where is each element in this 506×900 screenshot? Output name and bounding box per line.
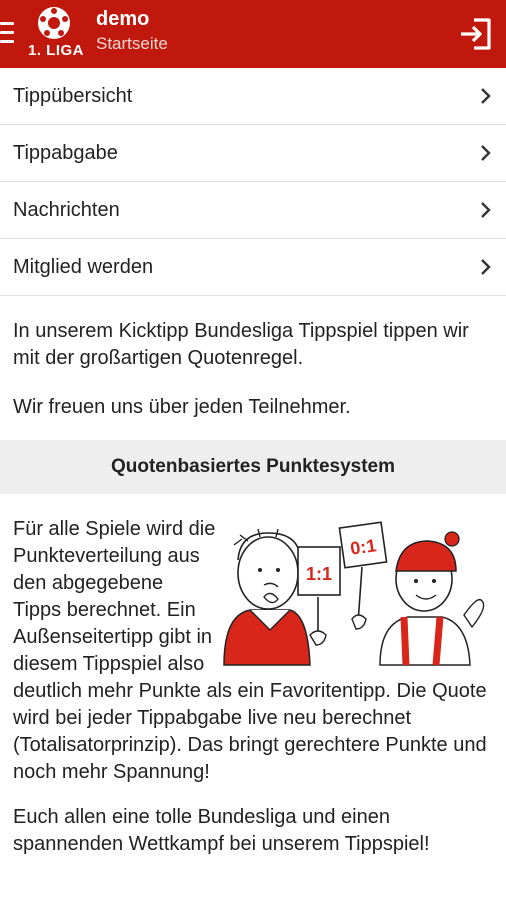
chevron-right-icon <box>481 259 491 275</box>
liga-logo[interactable]: 1. LIGA <box>27 4 85 64</box>
section-paragraph-2: Euch allen eine tolle Bundesliga und ein… <box>13 806 430 855</box>
intro-text: In unserem Kicktipp Bundesliga Tippspiel… <box>13 318 493 421</box>
intro-paragraph-2: Wir freuen uns über jeden Teilnehmer. <box>13 396 351 418</box>
logo-text: 1. LIGA <box>27 42 84 59</box>
main-menu: Tippübersicht Tippabgabe Nachrichten Mit… <box>0 68 506 296</box>
section-body: Für alle Spiele wird die Punkteverteilun… <box>13 516 499 858</box>
page-subtitle: Startseite <box>96 34 168 53</box>
menu-item-label: Tippübersicht <box>13 85 133 107</box>
menu-item-tippuebersicht[interactable]: Tippübersicht <box>0 68 506 125</box>
soccer-ball-icon <box>38 7 70 39</box>
menu-item-label: Nachrichten <box>13 199 120 221</box>
menu-item-label: Mitglied werden <box>13 256 154 278</box>
chevron-right-icon <box>481 145 491 161</box>
community-title: demo <box>96 8 150 30</box>
chevron-right-icon <box>481 202 491 218</box>
menu-item-label: Tippabgabe <box>13 142 118 164</box>
logout-icon[interactable] <box>458 17 492 51</box>
menu-item-nachrichten[interactable]: Nachrichten <box>0 182 506 239</box>
chevron-right-icon <box>481 88 491 104</box>
hamburger-icon[interactable] <box>0 22 14 44</box>
app-header: 1. LIGA demo Startseite <box>0 0 506 68</box>
intro-paragraph-1: In unserem Kicktipp Bundesliga Tippspiel… <box>13 320 469 369</box>
menu-item-tippabgabe[interactable]: Tippabgabe <box>0 125 506 182</box>
section-heading: Quotenbasiertes Punktesystem <box>0 440 506 494</box>
menu-item-mitglied-werden[interactable]: Mitglied werden <box>0 239 506 296</box>
